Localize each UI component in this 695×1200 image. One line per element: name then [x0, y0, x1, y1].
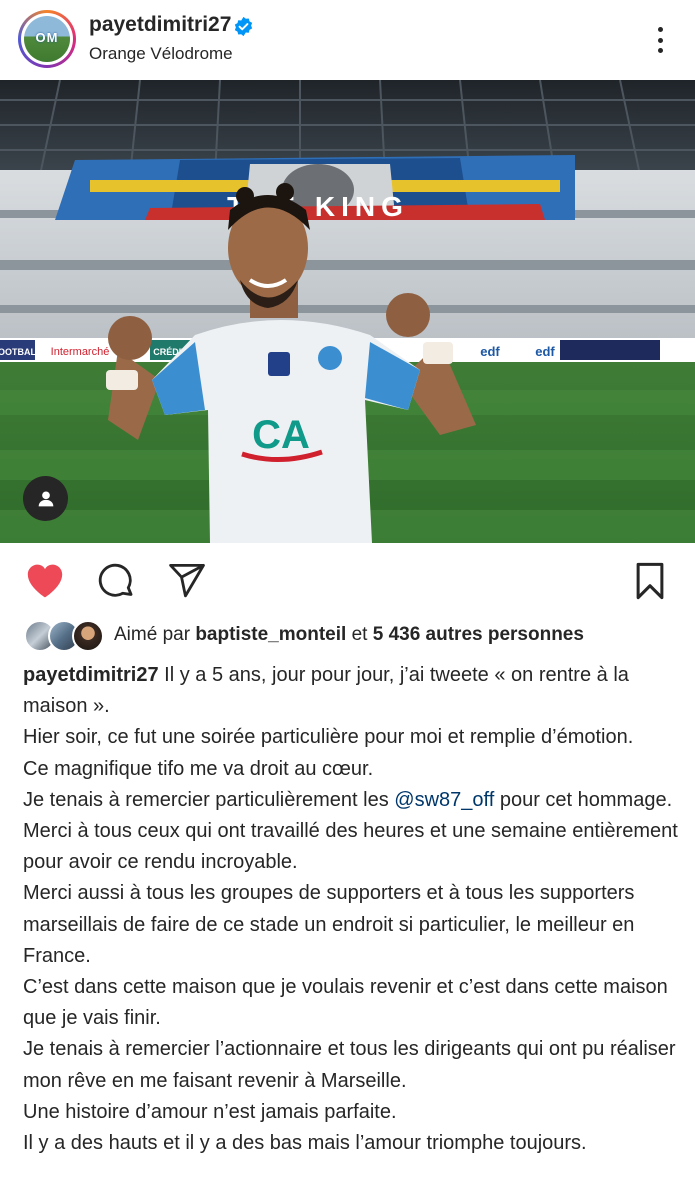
tagged-people-icon[interactable] [23, 476, 68, 521]
stadium-photo: THE KING FOOTBALL Intermarché CRÉDIT edf… [0, 80, 695, 543]
caption-line: C’est dans cette maison que je voulais r… [23, 976, 668, 1030]
comment-button[interactable] [95, 561, 137, 601]
ad-board-1: FOOTBALL [0, 347, 42, 357]
ad-board-5: edf [535, 344, 555, 359]
post-header: OM payetdimitri27 Orange Vélodrome [0, 0, 695, 80]
like-button[interactable] [24, 561, 66, 601]
likes-summary[interactable]: Aimé par baptiste_monteil et 5 436 autre… [24, 620, 684, 654]
liker-username[interactable]: baptiste_monteil [195, 624, 346, 645]
more-options-icon[interactable] [650, 24, 670, 56]
likes-count[interactable]: 5 436 autres personnes [373, 624, 584, 645]
post-photo[interactable]: THE KING FOOTBALL Intermarché CRÉDIT edf… [0, 80, 695, 543]
share-button[interactable] [166, 561, 208, 601]
paper-plane-icon [169, 563, 205, 598]
caption-line: payetdimitri27 Il y a 5 ans, jour pour j… [23, 664, 629, 718]
caption-line: Merci aussi à tous les groupes de suppor… [23, 882, 635, 967]
save-button[interactable] [629, 561, 671, 601]
likes-connector: et [351, 624, 368, 645]
likes-prefix: Aimé par [114, 624, 191, 645]
mention-link[interactable]: @sw87_off [394, 789, 494, 811]
post-caption: payetdimitri27 Il y a 5 ans, jour pour j… [23, 660, 683, 1159]
profile-avatar[interactable]: OM [18, 10, 76, 68]
post-username[interactable]: payetdimitri27 [89, 13, 231, 37]
caption-line: Merci à tous ceux qui ont travaillé des … [23, 820, 678, 874]
caption-line: Hier soir, ce fut une soirée particulièr… [23, 726, 634, 749]
likes-text: Aimé par baptiste_monteil et 5 436 autre… [114, 624, 584, 646]
heart-filled-icon [27, 564, 63, 598]
post-actions-bar [0, 545, 695, 615]
caption-line: Je tenais à remercier l’actionnaire et t… [23, 1038, 676, 1092]
ad-board-4: edf [480, 344, 500, 359]
liker-avatars [24, 620, 104, 652]
svg-text:CA: CA [252, 413, 310, 457]
avatar-logo-text: OM [35, 30, 59, 45]
caption-line: Une histoire d’amour n’est jamais parfai… [23, 1100, 397, 1123]
caption-line: Ce magnifique tifo me va droit au cœur. [23, 757, 374, 780]
caption-line: Il y a des hauts et il y a des bas mais … [23, 1132, 587, 1155]
post-location[interactable]: Orange Vélodrome [89, 44, 233, 64]
ad-board-2: Intermarché [51, 346, 110, 358]
caption-username[interactable]: payetdimitri27 [23, 664, 159, 686]
verified-badge-icon [234, 16, 253, 37]
bookmark-icon [636, 562, 664, 600]
comment-bubble-icon [98, 563, 133, 597]
caption-line: Je tenais à remercier particulièrement l… [23, 788, 673, 811]
avatar [72, 620, 104, 652]
